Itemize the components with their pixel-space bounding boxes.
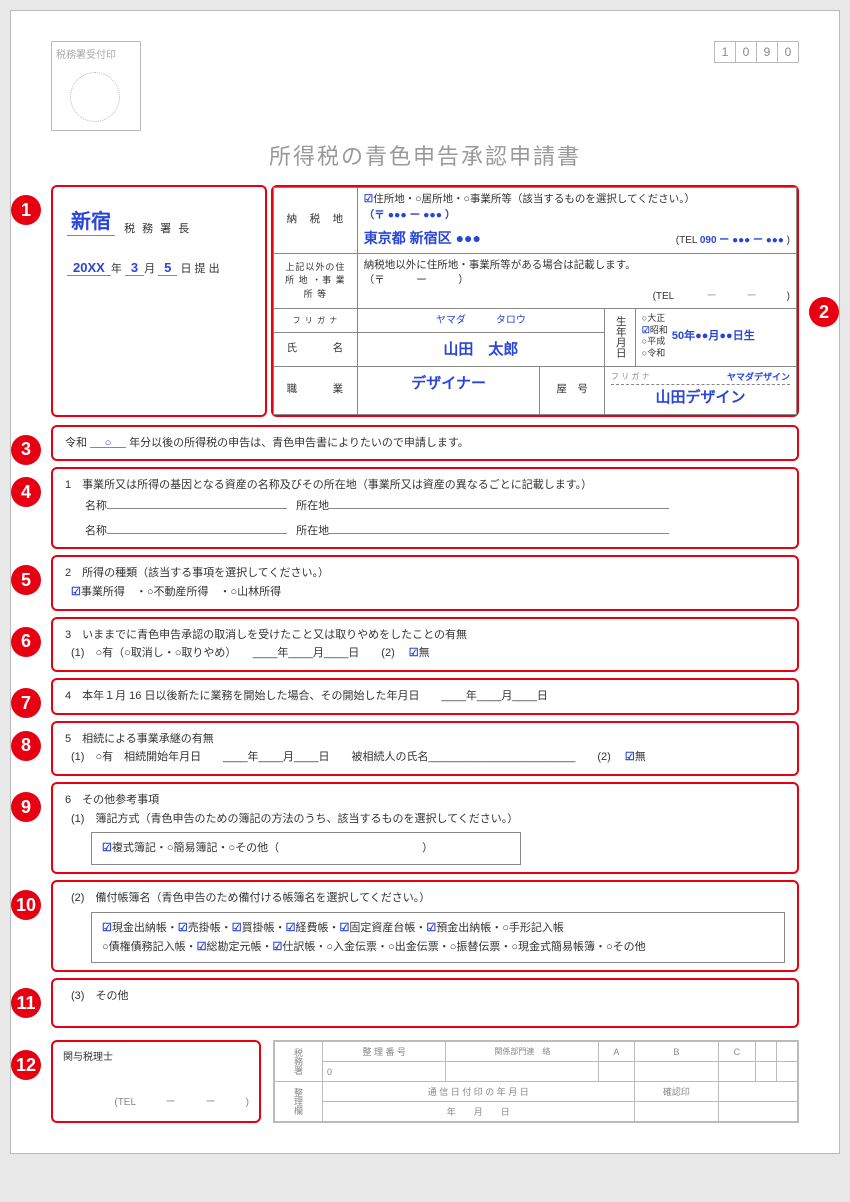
s8-row[interactable]: (1) ○有 相続開始年月日 ____年____月____日 被相続人の氏名__…	[71, 751, 622, 763]
accountant-tel[interactable]: (TEL ー ー )	[63, 1093, 249, 1108]
submit-day[interactable]: 5	[158, 260, 177, 276]
serial-number: 0	[323, 1062, 446, 1082]
name[interactable]: 山田 太郎	[364, 339, 598, 362]
badge-2: 2	[809, 297, 839, 327]
income-type-opts[interactable]: 事業所得 ・○不動産所得 ・○山林所得	[81, 586, 281, 598]
badge-11: 11	[11, 988, 41, 1018]
tax-place-label: 納 税 地	[274, 188, 358, 254]
form-code: 1 0 9 0	[715, 41, 799, 63]
submit-year[interactable]: 20XX	[67, 260, 111, 276]
s9-sub: (1) 簿記方式（青色申告のための簿記の方法のうち、該当するものを選択してくださ…	[65, 810, 785, 829]
tel[interactable]: 090 ー ●●● ー ●●●	[700, 235, 784, 246]
dob-label: 生年月日	[604, 309, 635, 367]
other-addr-note: 納税地以外に住所地・事業所等がある場合は記載します。	[364, 259, 636, 271]
other-addr-label: 上記以外の住 所 地 ・事 業 所 等	[274, 253, 358, 309]
yago[interactable]: 山田デザイン	[611, 387, 790, 410]
tax-office-suffix: 税 務 署 長	[124, 223, 191, 235]
reiwa-year[interactable]: ○	[90, 434, 126, 448]
s7-heading[interactable]: 4 本年１月 16 日以後新たに業務を開始した場合、その開始した年月日 ____…	[65, 687, 785, 706]
code-digit: 0	[735, 41, 757, 63]
section-11: 11 (3) その他	[51, 978, 799, 1028]
page-title: 所得税の青色申告承認申請書	[51, 139, 799, 171]
badge-5: 5	[11, 565, 41, 595]
form-page: 税務署受付印 1 0 9 0 所得税の青色申告承認申請書 1 新宿 税 務 署 …	[10, 10, 840, 1154]
badge-3: 3	[11, 435, 41, 465]
yago-label: 屋 号	[540, 366, 604, 414]
badge-7: 7	[11, 688, 41, 718]
badge-9: 9	[11, 792, 41, 822]
asset-name-1[interactable]	[107, 495, 287, 509]
s5-heading: 2 所得の種類（該当する事項を選択してください。）	[65, 564, 785, 583]
asset-loc-1[interactable]	[329, 495, 669, 509]
office-use-box: 税務署 整 理 番 号 関係部門連 絡 A B C 0 整理欄 通 信 日 付 …	[273, 1040, 799, 1123]
check-icon: ☑	[409, 647, 419, 659]
asset-name-2[interactable]	[107, 520, 287, 534]
accountant-label: 関与税理士	[63, 1048, 249, 1063]
code-digit: 9	[756, 41, 778, 63]
stamp-label: 税務署受付印	[56, 50, 116, 61]
check-icon: ☑	[102, 842, 112, 854]
ledger-options[interactable]: ☑現金出納帳・☑売掛帳・☑買掛帳・☑経費帳・☑固定資産台帳・☑預金出納帳・○手形…	[91, 912, 785, 963]
asset-loc-2[interactable]	[329, 520, 669, 534]
address[interactable]: 東京都 新宿区 ●●●	[364, 228, 481, 249]
era-options[interactable]: ○大正 ☑昭和 ○平成 ○令和	[642, 313, 668, 360]
section-10: 10 (2) 備付帳簿名（青色申告のため備付ける帳簿名を選択してください。） ☑…	[51, 880, 799, 972]
yago-furigana[interactable]: ヤマダデザイン	[727, 371, 790, 385]
submit-suffix: 日 提 出	[180, 263, 219, 275]
check-icon: ☑	[625, 751, 635, 763]
section-7: 7 4 本年１月 16 日以後新たに業務を開始した場合、その開始した年月日 __…	[51, 678, 799, 715]
other-zip[interactable]: （〒 ー ）	[364, 274, 469, 286]
badge-1: 1	[11, 195, 41, 225]
section-12: 12 関与税理士 (TEL ー ー )	[51, 1040, 261, 1123]
code-digit: 0	[777, 41, 799, 63]
badge-10: 10	[11, 890, 41, 920]
check-icon: ☑	[364, 193, 373, 205]
stamp-circle	[70, 72, 120, 122]
bookkeeping-opts[interactable]: 複式簿記・○簡易簿記・○その他（ ）	[112, 842, 433, 854]
badge-6: 6	[11, 627, 41, 657]
section-8: 8 5 相続による事業承継の有無 (1) ○有 相続開始年月日 ____年___…	[51, 721, 799, 776]
job-label: 職 業	[274, 366, 358, 414]
receipt-stamp-box: 税務署受付印	[51, 41, 141, 131]
section-5: 5 2 所得の種類（該当する事項を選択してください。） ☑事業所得 ・○不動産所…	[51, 555, 799, 610]
tax-office-name[interactable]: 新宿	[67, 205, 115, 236]
section-9: 9 6 その他参考事項 (1) 簿記方式（青色申告のための簿記の方法のうち、該当…	[51, 782, 799, 874]
job[interactable]: デザイナー	[364, 373, 534, 396]
s9-heading: 6 その他参考事項	[65, 791, 785, 810]
badge-12: 12	[11, 1050, 41, 1080]
section-4: 4 1 事業所又は所得の基因となる資産の名称及びその所在地（事業所又は資産の異な…	[51, 467, 799, 549]
submit-month[interactable]: 3	[125, 260, 144, 276]
check-icon: ☑	[71, 586, 81, 598]
section-1-box: 1 新宿 税 務 署 長 20XX年 3月 5 日 提 出	[51, 185, 267, 417]
s10-sub: (2) 備付帳簿名（青色申告のため備付ける帳簿名を選択してください。）	[65, 889, 785, 908]
s6-heading: 3 いままでに青色申告承認の取消しを受けたこと又は取りやめをしたことの有無	[65, 626, 785, 645]
code-digit: 1	[714, 41, 736, 63]
s8-heading: 5 相続による事業承継の有無	[65, 730, 785, 749]
addr-options[interactable]: 住所地・○居所地・○事業所等（該当するものを選択してください。）	[373, 193, 695, 205]
other-tel[interactable]: ー ー	[677, 291, 787, 302]
zip[interactable]: （〒 ●●● ー ●●● ）	[364, 209, 456, 221]
s6-row[interactable]: (1) ○有（○取消し・○取りやめ） ____年____月____日 (2)	[71, 647, 406, 659]
s4-heading: 1 事業所又は所得の基因となる資産の名称及びその所在地（事業所又は資産の異なるご…	[65, 476, 785, 495]
badge-8: 8	[11, 731, 41, 761]
section-6: 6 3 いままでに青色申告承認の取消しを受けたこと又は取りやめをしたことの有無 …	[51, 617, 799, 672]
badge-4: 4	[11, 477, 41, 507]
section-3: 3 令和 ○ 年分以後の所得税の申告は、青色申告書によりたいので申請します。	[51, 425, 799, 462]
furigana-label: フ リ ガ ナ	[280, 315, 351, 327]
name-furigana[interactable]: ヤマダ タロウ	[364, 313, 598, 328]
dob[interactable]: 50年●●月●●日生	[672, 328, 755, 345]
s11-sub: (3) その他	[65, 987, 785, 1006]
section-2-box: 2 納 税 地 ☑住所地・○居所地・○事業所等（該当するものを選択してください。…	[271, 185, 799, 417]
name-label: 氏 名	[274, 333, 358, 367]
